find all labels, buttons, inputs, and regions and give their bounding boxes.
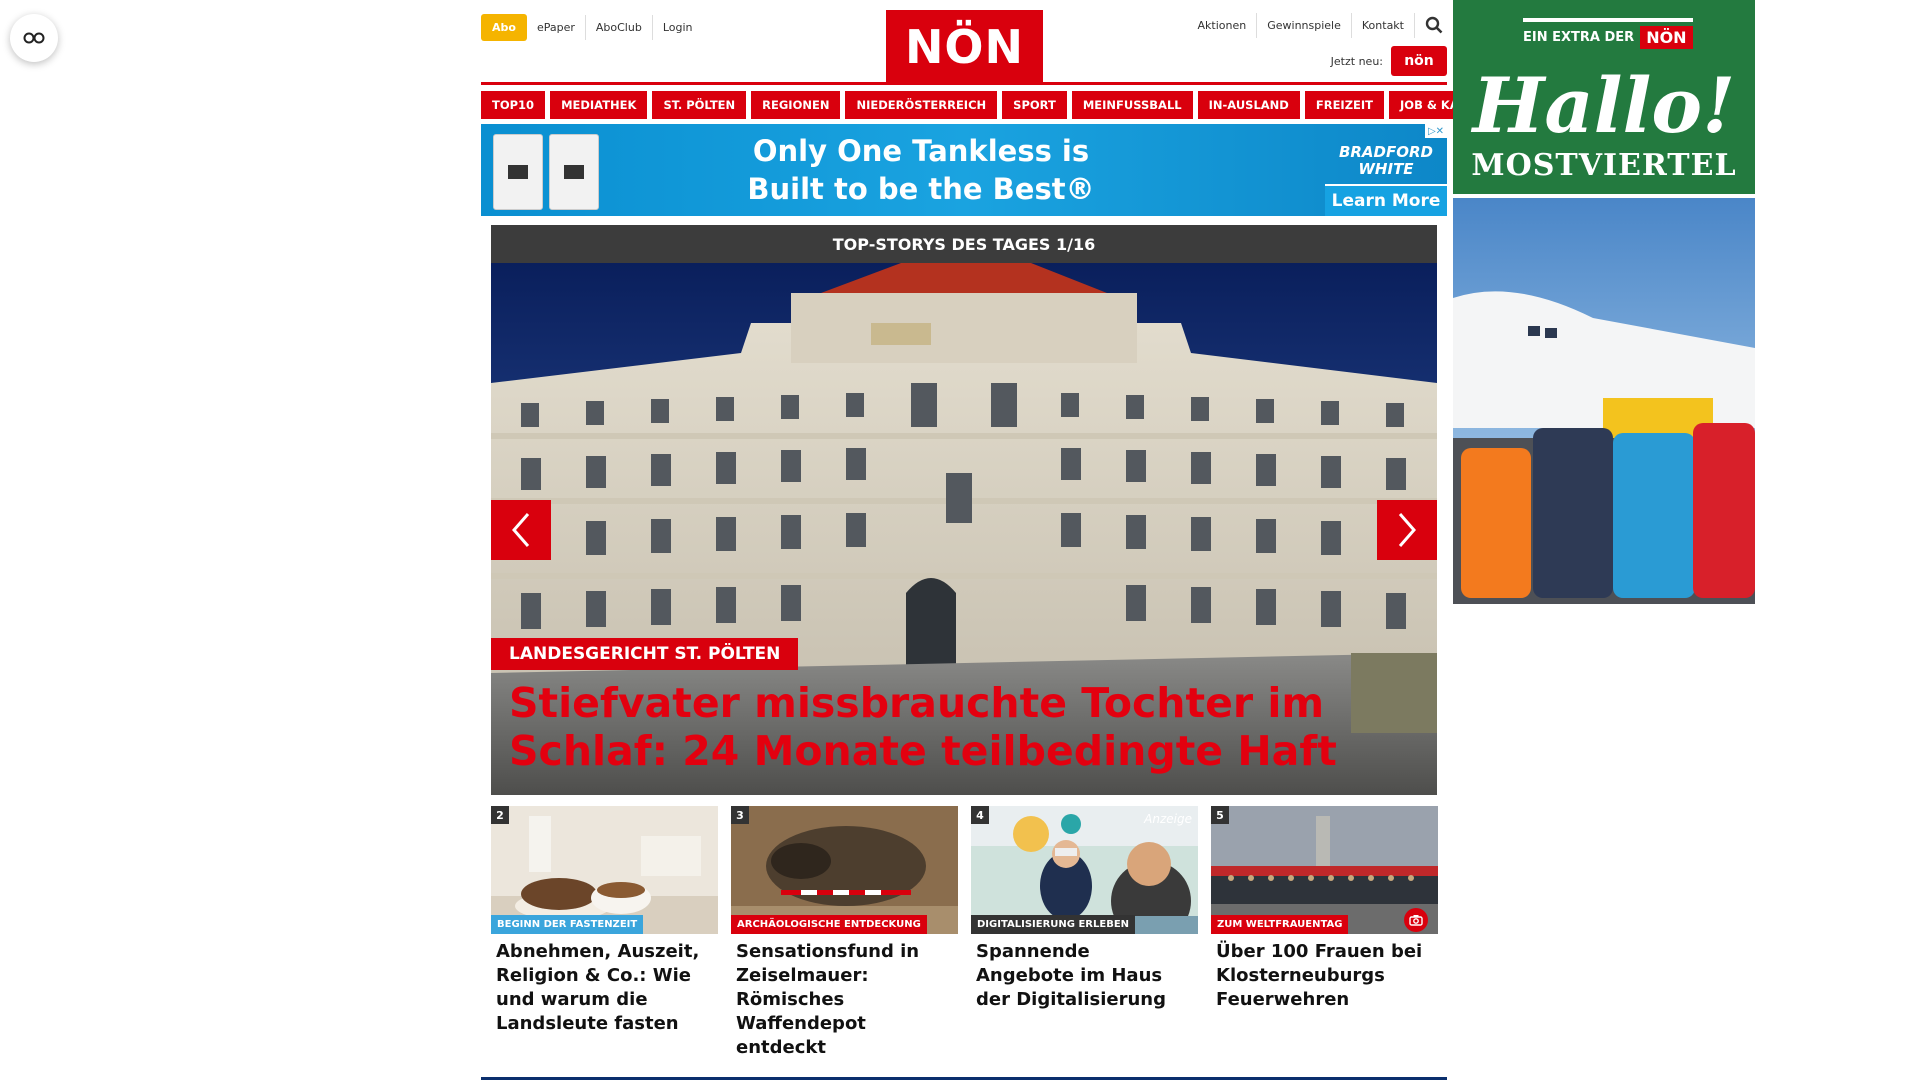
- side-ad-noen-logo: NÖN: [1640, 26, 1693, 49]
- main-column: Abo ePaper AboClub Login NÖN Aktionen Ge…: [481, 0, 1517, 1080]
- ad-headline: Only One Tankless is Built to be the Bes…: [701, 132, 1141, 208]
- epaper-link[interactable]: ePaper: [527, 15, 586, 40]
- water-heater-image: [493, 134, 543, 210]
- slider-prev-button[interactable]: [491, 500, 551, 560]
- aktionen-link[interactable]: Aktionen: [1188, 12, 1258, 38]
- top-bar: Abo ePaper AboClub Login NÖN Aktionen Ge…: [481, 0, 1447, 84]
- nav-item-mediathek[interactable]: MEDIATHEK: [550, 91, 648, 119]
- login-link[interactable]: Login: [653, 15, 703, 40]
- noen-logo[interactable]: NÖN: [886, 10, 1043, 84]
- side-ad-extra: EIN EXTRA DER NÖN: [1523, 18, 1693, 49]
- teaser-list: 2 BEGINN DER FASTENZEIT Abnehmen, Auszei…: [491, 806, 1438, 1060]
- teaser-card[interactable]: 5 ZUM WELTFRAUENTAG Über 100 Frauen bei …: [1211, 806, 1438, 1060]
- teaser-kicker[interactable]: ARCHÄOLOGISCHE ENTDECKUNG: [731, 915, 927, 934]
- ad-learn-more-button[interactable]: Learn More: [1325, 184, 1447, 216]
- ad-brand-line-2: WHITE: [1358, 160, 1414, 178]
- teaser-headline[interactable]: Sensationsfund in Zeiselmauer: Römisches…: [731, 934, 958, 1060]
- slider-next-button[interactable]: [1377, 500, 1437, 560]
- jetzt-neu-label: Jetzt neu:: [1330, 54, 1383, 68]
- top-stories-header: TOP-STORYS DES TAGES 1/16: [491, 225, 1437, 263]
- teaser-number: 5: [1211, 806, 1229, 824]
- teaser-headline[interactable]: Abnehmen, Auszeit, Religion & Co.: Wie u…: [491, 934, 718, 1036]
- abo-button[interactable]: Abo: [481, 14, 527, 41]
- nav-item-top10[interactable]: TOP10: [481, 91, 546, 119]
- ad-banner[interactable]: Only One Tankless is Built to be the Bes…: [481, 124, 1447, 216]
- jetzt-neu: Jetzt neu: nön: [1331, 46, 1447, 76]
- nav-item-sport[interactable]: SPORT: [1002, 91, 1067, 119]
- hero-story-image[interactable]: LANDESGERICHT ST. PÖLTEN Stiefvater miss…: [491, 263, 1437, 795]
- teaser-image[interactable]: 3 ARCHÄOLOGISCHE ENTDECKUNG: [731, 806, 958, 934]
- camera-icon: [1404, 908, 1428, 932]
- hero-headline[interactable]: Stiefvater missbrauchte Tochter im Schla…: [509, 679, 1429, 775]
- top-stories-slider: TOP-STORYS DES TAGES 1/16 LANDESGERICHT …: [491, 225, 1437, 795]
- teaser-image[interactable]: 4 Anzeige DIGITALISIERUNG ERLEBEN: [971, 806, 1198, 934]
- hero-kicker[interactable]: LANDESGERICHT ST. PÖLTEN: [491, 638, 799, 670]
- reader-mode-button[interactable]: [10, 14, 58, 62]
- teaser-image[interactable]: 2 BEGINN DER FASTENZEIT: [491, 806, 718, 934]
- nav-item-in-ausland[interactable]: IN-AUSLAND: [1197, 91, 1300, 119]
- ad-headline-line-2: Built to be the Best®: [747, 172, 1095, 206]
- side-ad-header: EIN EXTRA DER NÖN Hallo! MOSTVIERTEL: [1453, 0, 1755, 194]
- teaser-number: 4: [971, 806, 989, 824]
- glasses-icon: [23, 32, 45, 44]
- ad-headline-line-1: Only One Tankless is: [752, 134, 1090, 168]
- teaser-card[interactable]: 3 ARCHÄOLOGISCHE ENTDECKUNG Sensationsfu…: [731, 806, 958, 1060]
- chevron-right-icon: [1398, 513, 1416, 547]
- teaser-card[interactable]: 2 BEGINN DER FASTENZEIT Abnehmen, Auszei…: [491, 806, 718, 1060]
- anzeige-label: Anzeige: [1144, 812, 1192, 826]
- ad-brand-logo: BRADFORD WHITE: [1339, 144, 1433, 178]
- search-icon[interactable]: [1421, 12, 1447, 38]
- aboclub-link[interactable]: AboClub: [586, 15, 653, 40]
- main-nav: TOP10 MEDIATHEK ST. PÖLTEN REGIONEN NIED…: [481, 82, 1517, 119]
- top-nav-left: Abo ePaper AboClub Login: [481, 14, 703, 41]
- teaser-headline[interactable]: Über 100 Frauen bei Klosterneuburgs Feue…: [1211, 934, 1438, 1012]
- nav-item-meinfussball[interactable]: MEINFUSSBALL: [1071, 91, 1193, 119]
- teaser-kicker[interactable]: ZUM WELTFRAUENTAG: [1211, 915, 1349, 934]
- teaser-headline[interactable]: Spannende Angebote im Haus der Digitalis…: [971, 934, 1198, 1012]
- airport-photo: [1453, 198, 1755, 604]
- ad-choices-icon[interactable]: ▷✕: [1425, 124, 1447, 138]
- side-ad[interactable]: EIN EXTRA DER NÖN Hallo! MOSTVIERTEL: [1453, 0, 1755, 604]
- teaser-image[interactable]: 5 ZUM WELTFRAUENTAG: [1211, 806, 1438, 934]
- nav-item-regionen[interactable]: REGIONEN: [751, 91, 841, 119]
- top-nav-right: Aktionen Gewinnspiele Kontakt: [1188, 12, 1447, 38]
- chevron-left-icon: [512, 513, 530, 547]
- nav-item-st-poelten[interactable]: ST. PÖLTEN: [652, 91, 747, 119]
- side-ad-extra-text: EIN EXTRA DER: [1523, 30, 1635, 45]
- nav-item-freizeit[interactable]: FREIZEIT: [1304, 91, 1385, 119]
- teaser-number: 3: [731, 806, 749, 824]
- teaser-kicker[interactable]: DIGITALISIERUNG ERLEBEN: [971, 915, 1136, 934]
- side-ad-region: MOSTVIERTEL: [1471, 148, 1737, 183]
- kontakt-link[interactable]: Kontakt: [1352, 12, 1415, 38]
- side-ad-hallo: Hallo!: [1472, 61, 1736, 150]
- teaser-card[interactable]: 4 Anzeige DIGITALISIERUNG ERLEBEN Spanne…: [971, 806, 1198, 1060]
- nav-item-niederoesterreich[interactable]: NIEDERÖSTERREICH: [845, 91, 998, 119]
- water-heater-image: [549, 134, 599, 210]
- ad-brand-line-1: BRADFORD: [1338, 143, 1433, 161]
- teaser-kicker[interactable]: BEGINN DER FASTENZEIT: [491, 915, 644, 934]
- teaser-number: 2: [491, 806, 509, 824]
- gewinnspiele-link[interactable]: Gewinnspiele: [1257, 12, 1352, 38]
- kleine-noen-badge[interactable]: nön: [1391, 46, 1447, 76]
